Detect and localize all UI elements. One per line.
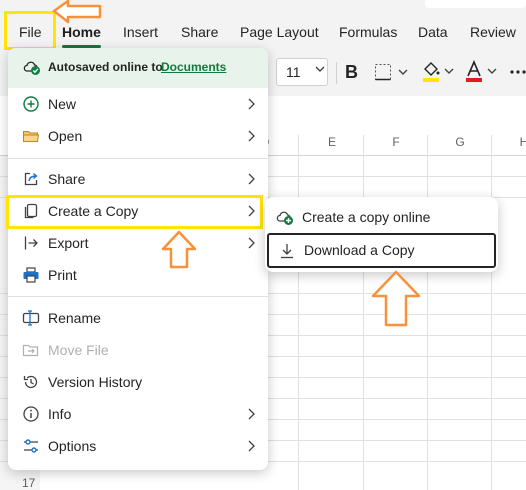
chevron-right-icon: [241, 126, 261, 151]
menu-item-label: Version History: [48, 374, 143, 390]
callout-arrow-up-icon: [161, 230, 197, 269]
submenu-item-create-copy-online[interactable]: Create a copy online: [265, 201, 498, 233]
rename-icon: [21, 308, 41, 328]
font-color-icon: [466, 59, 497, 82]
tab-home[interactable]: Home: [62, 24, 101, 48]
menu-item-share[interactable]: Share: [8, 163, 268, 195]
excel-window: File Home Insert Share Page Layout Formu…: [0, 0, 526, 490]
column-header-h[interactable]: H: [514, 135, 526, 155]
file-tab-highlight: [4, 11, 56, 50]
callout-arrow-up-icon: [371, 270, 421, 327]
bold-button[interactable]: B: [345, 62, 358, 83]
printer-icon: [21, 265, 41, 285]
export-icon: [21, 233, 41, 253]
tab-formulas[interactable]: Formulas: [339, 24, 397, 40]
submenu-item-download-copy[interactable]: Download a Copy: [267, 233, 496, 268]
menu-item-label: Move File: [48, 342, 109, 358]
history-icon: [21, 372, 41, 392]
menu-item-options[interactable]: Options: [8, 430, 268, 462]
menu-item-label: Rename: [48, 310, 101, 326]
tab-share[interactable]: Share: [181, 24, 218, 40]
menu-item-label: Open: [48, 128, 83, 144]
tab-data[interactable]: Data: [418, 24, 448, 40]
chevron-right-icon: [241, 404, 261, 429]
menu-item-new[interactable]: New: [8, 88, 268, 120]
menu-item-label: Print: [48, 267, 77, 283]
documents-link[interactable]: Documents: [161, 60, 226, 74]
autosave-banner: Autosaved online to Documents: [8, 48, 268, 88]
top-search-edge: [425, 0, 526, 8]
settings-sliders-icon: [21, 436, 41, 456]
menu-item-export[interactable]: Export: [8, 227, 268, 259]
menu-divider: [8, 158, 268, 159]
menu-item-info[interactable]: Info: [8, 398, 268, 430]
menu-item-label: Export: [48, 235, 89, 251]
menu-item-rename[interactable]: Rename: [8, 302, 268, 334]
chevron-right-icon: [241, 94, 261, 119]
create-copy-submenu: Create a copy online Download a Copy: [265, 197, 498, 272]
autosave-text: Autosaved online to: [48, 60, 163, 74]
grid-line: [298, 135, 299, 490]
menu-item-move-file: Move File: [8, 334, 268, 366]
grid-line: [427, 135, 428, 490]
borders-icon: [375, 64, 408, 81]
share-icon: [21, 169, 41, 189]
create-copy-highlight: [6, 195, 263, 229]
menu-divider: [8, 296, 268, 297]
font-size-dropdown[interactable]: 11: [276, 58, 328, 86]
menu-item-label: Info: [48, 406, 72, 422]
chevron-right-icon: [241, 233, 261, 258]
chevron-right-icon: [241, 436, 261, 461]
font-color-button[interactable]: [464, 59, 500, 88]
callout-arrow-left-icon: [52, 0, 102, 24]
cloud-check-icon: [22, 58, 42, 79]
plus-circle-icon: [21, 94, 41, 114]
paint-bucket-icon: [423, 62, 454, 82]
menu-item-label: Share: [48, 171, 86, 187]
chevron-right-icon: [241, 169, 261, 194]
info-icon: [21, 404, 41, 424]
column-header-f[interactable]: F: [386, 135, 406, 155]
column-header-g[interactable]: G: [450, 135, 470, 155]
move-file-icon: [21, 340, 41, 360]
grid-line: [363, 135, 364, 490]
menu-item-version-history[interactable]: Version History: [8, 366, 268, 398]
menu-item-print[interactable]: Print: [8, 259, 268, 291]
menu-item-label: Options: [48, 438, 97, 454]
tab-page-layout[interactable]: Page Layout: [240, 24, 319, 40]
chevron-down-icon: [314, 63, 326, 78]
tab-insert[interactable]: Insert: [123, 24, 158, 40]
submenu-item-label: Download a Copy: [304, 242, 415, 258]
column-header-e[interactable]: E: [322, 135, 342, 155]
submenu-item-label: Create a copy online: [302, 209, 431, 225]
file-menu: Autosaved online to Documents New Open S…: [8, 48, 268, 470]
download-icon: [277, 241, 297, 266]
borders-button[interactable]: [374, 62, 412, 86]
row-number[interactable]: 17: [22, 476, 35, 490]
folder-icon: [21, 126, 41, 146]
toolbar-divider: [336, 62, 337, 84]
font-size-value: 11: [286, 64, 301, 80]
fill-color-button[interactable]: [421, 60, 457, 88]
cloud-add-icon: [275, 208, 295, 231]
more-options-icon[interactable]: [510, 64, 526, 81]
grid-line: [491, 135, 492, 490]
tab-review[interactable]: Review: [470, 24, 516, 40]
menu-item-open[interactable]: Open: [8, 120, 268, 152]
menu-item-label: New: [48, 96, 77, 112]
